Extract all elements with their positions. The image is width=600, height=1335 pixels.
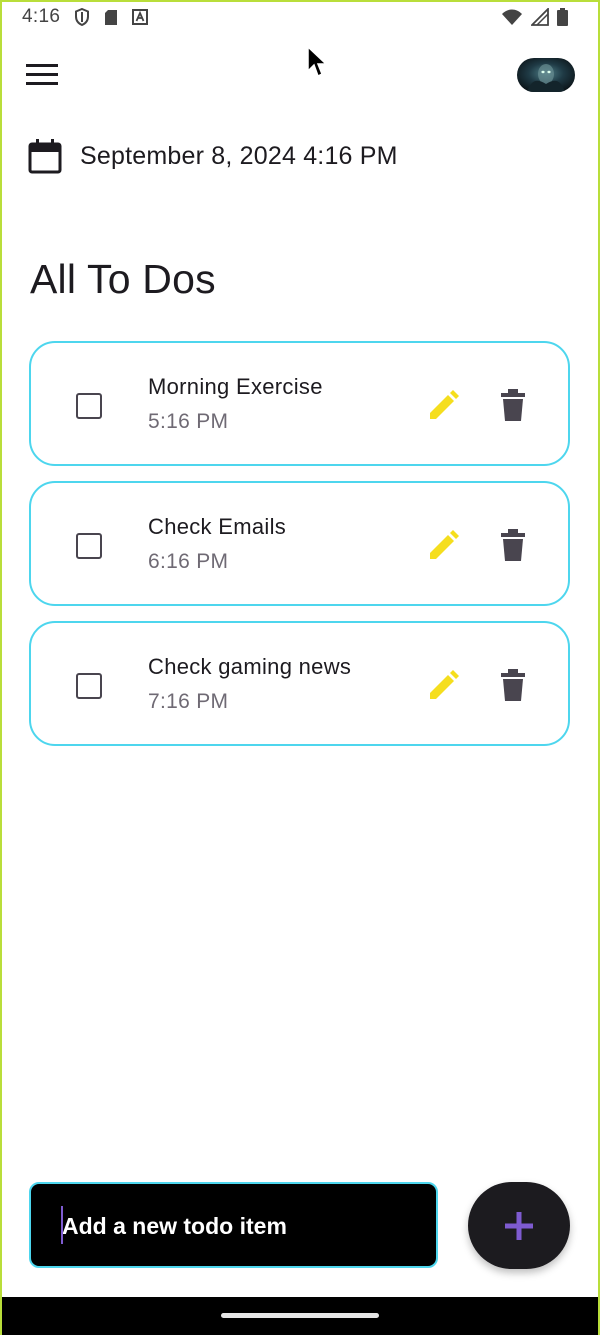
calendar-icon: [28, 139, 62, 174]
todo-time: 5:16 PM: [148, 410, 229, 433]
add-todo-button[interactable]: [468, 1182, 570, 1269]
todo-checkbox[interactable]: [76, 533, 102, 559]
signal-icon: [531, 8, 549, 26]
todo-title: Check Emails: [148, 514, 287, 539]
edit-pencil-icon[interactable]: [427, 530, 459, 562]
edit-pencil-icon[interactable]: [427, 670, 459, 702]
new-todo-input-container: [29, 1182, 438, 1268]
profile-avatar[interactable]: [517, 58, 575, 92]
a-box-icon: [132, 9, 149, 25]
text-caret: [61, 1206, 63, 1244]
todo-title: Morning Exercise: [148, 374, 323, 399]
battery-icon: [557, 8, 568, 26]
todo-time: 7:16 PM: [148, 690, 229, 713]
status-time: 4:16: [22, 6, 61, 27]
trash-icon[interactable]: [499, 529, 527, 561]
status-bar: 4:16: [0, 0, 600, 34]
plus-icon: [505, 1211, 533, 1240]
app-bar: [0, 44, 600, 108]
todo-item: Check Emails 6:16 PM: [29, 481, 570, 606]
page-title: All To Dos: [30, 256, 216, 302]
hamburger-menu-icon[interactable]: [24, 62, 64, 92]
home-gesture-handle[interactable]: [221, 1313, 379, 1318]
system-nav-bar: [0, 1297, 600, 1335]
todo-list: Morning Exercise 5:16 PM Check Emails 6:…: [29, 341, 570, 761]
todo-checkbox[interactable]: [76, 673, 102, 699]
todo-item: Morning Exercise 5:16 PM: [29, 341, 570, 466]
date-text: September 8, 2024 4:16 PM: [80, 141, 398, 170]
status-right-icons: [501, 8, 578, 26]
mouse-cursor: [306, 45, 328, 79]
edit-pencil-icon[interactable]: [427, 390, 459, 422]
todo-title: Check gaming news: [148, 654, 352, 679]
new-todo-input[interactable]: [60, 1206, 420, 1246]
todo-time: 6:16 PM: [148, 550, 229, 573]
trash-icon[interactable]: [499, 669, 527, 701]
status-left-icons: [74, 8, 149, 26]
date-row: September 8, 2024 4:16 PM: [28, 138, 398, 174]
shield-icon: [75, 8, 90, 26]
sd-card-icon: [105, 9, 118, 25]
todo-checkbox[interactable]: [76, 393, 102, 419]
todo-item: Check gaming news 7:16 PM: [29, 621, 570, 746]
trash-icon[interactable]: [499, 389, 527, 421]
wifi-icon: [502, 9, 522, 25]
